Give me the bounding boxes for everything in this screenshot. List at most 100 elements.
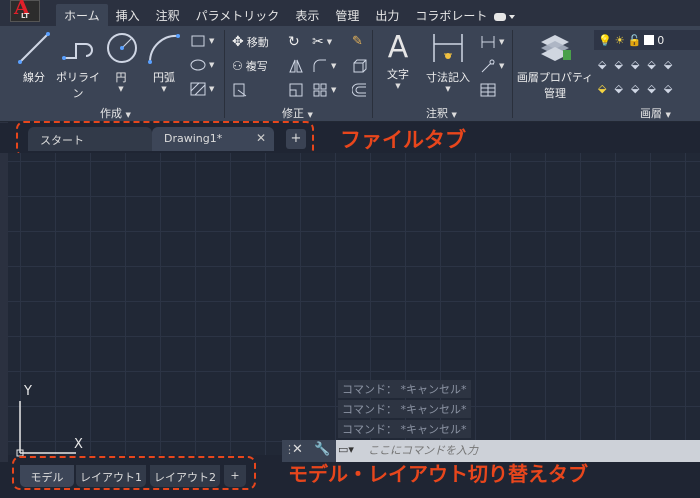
ribbon-tab-view[interactable]: 表示	[287, 4, 327, 26]
array-icon	[313, 83, 327, 97]
layer-tools-row2: ⬙ ⬙ ⬙ ⬙ ⬙	[598, 82, 672, 95]
fillet-tool[interactable]: ▼	[312, 58, 336, 74]
offset-icon	[352, 83, 366, 97]
ribbon-tab-collaborate[interactable]: コラボレート	[407, 4, 495, 26]
dimension-tool[interactable]: 寸法記入 ▼	[422, 30, 474, 93]
file-tabs-highlight	[16, 121, 314, 157]
layer-tool-icon[interactable]: ⬙	[647, 58, 655, 71]
ribbon-tab-home[interactable]: ホーム	[56, 4, 108, 26]
chevron-down-icon[interactable]: ▼	[146, 85, 182, 93]
close-icon[interactable]: ✕	[292, 442, 303, 457]
annotation-panel-label[interactable]: 注釈 ▼	[426, 105, 457, 121]
ribbon-tab-manage[interactable]: 管理	[327, 4, 367, 26]
move-icon: ✥	[232, 34, 244, 50]
hatch-tool[interactable]: ▼	[190, 82, 214, 96]
move-tool[interactable]: ✥ 移動	[232, 34, 269, 50]
scissors-icon: ✂	[312, 34, 324, 50]
copy-icon: ⚇	[232, 59, 243, 73]
modify-panel-label[interactable]: 修正 ▼	[282, 105, 313, 121]
ribbon-toggle-icon[interactable]	[494, 8, 516, 21]
lightbulb-icon: 💡	[598, 33, 612, 47]
draw-panel-label[interactable]: 作成 ▼	[100, 105, 131, 121]
array-tool[interactable]: ▼	[312, 82, 336, 98]
title-bar: A LT ホーム 挿入 注釈 パラメトリック 表示 管理 出力 コラボレート	[0, 0, 700, 26]
layer-properties-tool[interactable]: 画層プロパティ 管理	[516, 30, 594, 101]
stretch-tool[interactable]	[232, 82, 248, 98]
layer-dropdown[interactable]: 💡 ☀ 🔓 0	[594, 30, 700, 50]
command-prompt-icon[interactable]: ▭▾	[338, 443, 354, 456]
ribbon-panel: 線分 ポリライン 円 ▼ 円弧 ▼ ▼ ▼ ▼ 作成 ▼ ✥ 移動 ⚇ 複写 ↻ ✂ ▼ …	[0, 26, 700, 122]
unlock-icon: 🔓	[627, 33, 642, 47]
scale-tool[interactable]	[288, 82, 304, 98]
layer-tool-icon[interactable]: ⬙	[614, 58, 622, 71]
ribbon-tab-insert[interactable]: 挿入	[108, 4, 148, 26]
command-history-line: コマンド： *キャンセル*	[338, 400, 471, 418]
leader-tool[interactable]: ▼	[480, 58, 504, 74]
layer-tool-icon[interactable]: ⬙	[598, 58, 606, 71]
layers-icon	[541, 35, 571, 61]
scale-icon	[289, 83, 303, 97]
sun-icon: ☀	[614, 33, 625, 47]
file-tabs-annotation: ファイルタブ	[340, 128, 466, 152]
ucs-y-label: Y	[24, 384, 32, 399]
layout-tabs-annotation: モデル・レイアウト切り替えタブ	[288, 462, 588, 486]
layout-tabs-highlight	[12, 456, 256, 490]
leader-icon	[481, 59, 495, 73]
fillet-icon	[313, 59, 326, 72]
chevron-down-icon[interactable]: ▼	[104, 85, 138, 93]
ribbon-tab-annotate[interactable]: 注釈	[148, 4, 188, 26]
layer-tool-icon[interactable]: ⬙	[664, 82, 672, 95]
chevron-down-icon[interactable]: ▼	[380, 82, 416, 90]
wrench-icon[interactable]: 🔧	[314, 442, 330, 457]
ribbon-tab-parametric[interactable]: パラメトリック	[188, 4, 288, 26]
erase-tool[interactable]: ✎	[352, 34, 363, 49]
rectangle-icon	[191, 35, 205, 47]
layer-tool-icon[interactable]: ⬙	[631, 82, 639, 95]
hatch-icon	[190, 82, 206, 96]
cube-icon	[353, 59, 367, 73]
arc-tool[interactable]: 円弧 ▼	[146, 30, 182, 93]
table-tool[interactable]	[480, 82, 496, 98]
layer-tool-icon[interactable]: ⬙	[664, 58, 672, 71]
rotate-icon: ↻	[288, 34, 300, 50]
ellipse-icon	[190, 59, 206, 71]
ribbon-tab-output[interactable]: 出力	[367, 4, 407, 26]
copy-tool[interactable]: ⚇ 複写	[232, 58, 268, 74]
command-history-line: コマンド： *キャンセル*	[338, 380, 471, 398]
layers-panel-label[interactable]: 画層 ▼	[640, 105, 671, 121]
layer-tool-icon[interactable]: ⬙	[631, 58, 639, 71]
line-icon	[18, 32, 50, 64]
line-tool[interactable]: 線分	[14, 30, 54, 85]
explode-tool[interactable]	[352, 58, 368, 74]
polyline-icon	[62, 43, 93, 60]
layer-tool-icon[interactable]: ⬙	[598, 82, 606, 95]
layer-tool-icon[interactable]: ⬙	[647, 82, 655, 95]
offset-tool[interactable]	[352, 82, 368, 98]
application-menu-button[interactable]: A LT	[0, 0, 52, 26]
text-tool[interactable]: A 文字 ▼	[380, 30, 416, 90]
ellipse-tool[interactable]: ▼	[190, 58, 214, 72]
divider	[372, 30, 373, 118]
layer-color-swatch	[644, 35, 655, 45]
ucs-x-label: X	[74, 437, 83, 452]
ucs-icon	[16, 401, 76, 457]
layer-tools-row1: ⬙ ⬙ ⬙ ⬙ ⬙	[598, 58, 672, 71]
eraser-icon: ✎	[352, 34, 363, 49]
chevron-down-icon[interactable]: ▼	[422, 85, 474, 93]
linear-dim-tool[interactable]: ▼	[480, 34, 504, 50]
trim-tool[interactable]: ✂ ▼	[312, 34, 332, 50]
autocad-logo-icon: A LT	[10, 0, 40, 22]
stretch-icon	[233, 83, 247, 97]
text-icon: A	[387, 30, 409, 65]
rectangle-tool[interactable]: ▼	[190, 34, 214, 48]
polyline-tool[interactable]: ポリライン	[54, 30, 102, 101]
layer-tool-icon[interactable]: ⬙	[614, 82, 622, 95]
divider	[224, 30, 225, 118]
circle-icon	[107, 33, 137, 63]
mirror-tool[interactable]	[288, 58, 304, 74]
rotate-tool[interactable]: ↻	[288, 34, 300, 50]
command-history-line: コマンド： *キャンセル*	[338, 420, 471, 438]
circle-tool[interactable]: 円 ▼	[104, 30, 138, 93]
divider	[512, 30, 513, 118]
linear-dimension-icon	[481, 36, 495, 48]
